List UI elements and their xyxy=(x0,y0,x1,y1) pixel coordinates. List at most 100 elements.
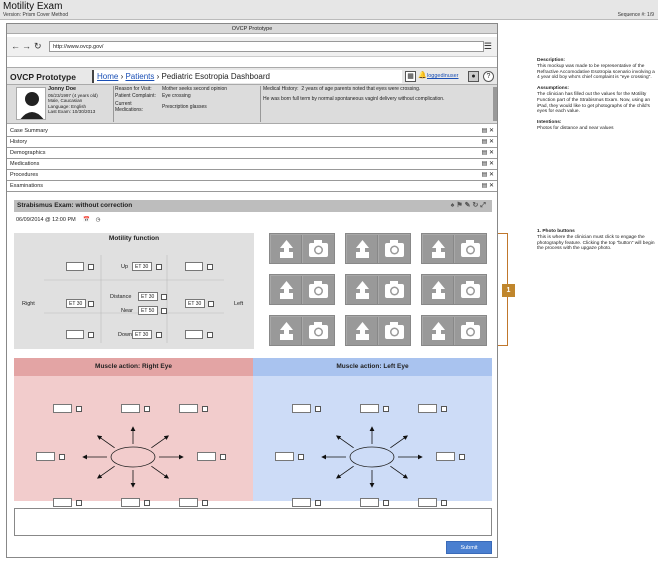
photo-button[interactable] xyxy=(269,315,335,346)
camera-icon[interactable] xyxy=(303,317,334,345)
photo-button[interactable] xyxy=(345,233,411,264)
motility-check-down-right[interactable] xyxy=(88,332,94,338)
muscle-action-input[interactable] xyxy=(121,404,140,413)
muscle-action-input[interactable] xyxy=(418,498,437,507)
accordion-icons[interactable]: ▤ ✕ xyxy=(482,181,494,192)
accordion-icons[interactable]: ▤ ✕ xyxy=(482,170,494,181)
muscle-action-check[interactable] xyxy=(459,454,465,460)
motility-input-near[interactable]: ET 50 xyxy=(138,306,158,315)
muscle-action-check[interactable] xyxy=(315,500,321,506)
motility-check-up[interactable] xyxy=(156,264,162,270)
muscle-action-input[interactable] xyxy=(292,404,311,413)
accordion-icons[interactable]: ▤ ✕ xyxy=(482,148,494,159)
upload-icon[interactable] xyxy=(347,276,378,304)
user-link[interactable]: loggedinuser xyxy=(427,73,459,79)
muscle-action-check[interactable] xyxy=(76,500,82,506)
upload-icon[interactable] xyxy=(271,317,302,345)
photo-button[interactable] xyxy=(269,233,335,264)
muscle-action-check[interactable] xyxy=(144,500,150,506)
upload-icon[interactable] xyxy=(423,235,454,263)
upload-icon[interactable] xyxy=(271,276,302,304)
accordion-row[interactable]: Procedures ▤ ✕ xyxy=(7,170,497,181)
motility-check-right[interactable] xyxy=(88,301,94,307)
motility-input-left[interactable]: ET 30 xyxy=(185,299,205,308)
muscle-action-check[interactable] xyxy=(144,406,150,412)
camera-icon[interactable] xyxy=(455,235,486,263)
motility-check-left[interactable] xyxy=(208,301,214,307)
muscle-action-check[interactable] xyxy=(298,454,304,460)
motility-input-right[interactable]: ET 30 xyxy=(66,299,86,308)
muscle-action-input[interactable] xyxy=(179,498,198,507)
reload-icon[interactable]: ↻ xyxy=(34,41,42,51)
accordion-icons[interactable]: ▤ ✕ xyxy=(482,137,494,148)
muscle-action-check[interactable] xyxy=(59,454,65,460)
clock-icon[interactable]: ◷ xyxy=(96,217,101,223)
upload-icon[interactable] xyxy=(347,317,378,345)
muscle-action-check[interactable] xyxy=(315,406,321,412)
accordion-row[interactable]: Examinations ▤ ✕ xyxy=(7,181,497,192)
comment-textarea[interactable] xyxy=(14,508,492,536)
motility-check-down[interactable] xyxy=(156,332,162,338)
motility-check-near[interactable] xyxy=(161,308,167,314)
muscle-action-check[interactable] xyxy=(383,406,389,412)
photo-button[interactable] xyxy=(421,315,487,346)
motility-input-down-left[interactable] xyxy=(185,330,203,339)
back-icon[interactable]: ← xyxy=(11,41,20,51)
muscle-action-input[interactable] xyxy=(179,404,198,413)
camera-icon[interactable] xyxy=(379,276,410,304)
muscle-action-check[interactable] xyxy=(441,500,447,506)
exam-toolbar-icons[interactable]: ♠⚑✎↻⤢ xyxy=(451,200,488,212)
avatar-icon[interactable]: ● xyxy=(468,71,479,82)
breadcrumb-patients[interactable]: Patients xyxy=(125,72,154,81)
camera-icon[interactable] xyxy=(303,235,334,263)
muscle-action-input[interactable] xyxy=(360,498,379,507)
muscle-action-input[interactable] xyxy=(121,498,140,507)
accordion-row[interactable]: Demographics ▤ ✕ xyxy=(7,148,497,159)
motility-check-up-right[interactable] xyxy=(88,264,94,270)
upload-icon[interactable] xyxy=(347,235,378,263)
breadcrumb-home[interactable]: Home xyxy=(97,72,118,81)
motility-input-up[interactable]: ET 30 xyxy=(132,262,152,271)
motility-input-up-left[interactable] xyxy=(185,262,203,271)
muscle-action-input[interactable] xyxy=(275,452,294,461)
camera-icon[interactable] xyxy=(379,235,410,263)
menu-icon[interactable]: ☰ xyxy=(484,41,492,51)
camera-icon[interactable] xyxy=(379,317,410,345)
camera-icon[interactable] xyxy=(455,276,486,304)
photo-button[interactable] xyxy=(421,274,487,305)
muscle-action-input[interactable] xyxy=(360,404,379,413)
muscle-action-input[interactable] xyxy=(36,452,55,461)
photo-button[interactable] xyxy=(345,315,411,346)
muscle-action-check[interactable] xyxy=(220,454,226,460)
muscle-action-check[interactable] xyxy=(441,406,447,412)
motility-check-distance[interactable] xyxy=(161,294,167,300)
muscle-action-input[interactable] xyxy=(53,404,72,413)
accordion-row[interactable]: Case Summary ▤ ✕ xyxy=(7,126,497,137)
url-input[interactable]: http://www.ovcp.gov/ xyxy=(49,41,484,52)
muscle-action-input[interactable] xyxy=(292,498,311,507)
grid-icon[interactable]: ▦ xyxy=(405,71,416,82)
accordion-icons[interactable]: ▤ ✕ xyxy=(482,126,494,137)
accordion-icons[interactable]: ▤ ✕ xyxy=(482,159,494,170)
motility-check-up-left[interactable] xyxy=(207,264,213,270)
calendar-icon[interactable]: 📅 xyxy=(83,217,90,223)
muscle-action-check[interactable] xyxy=(383,500,389,506)
motility-check-down-left[interactable] xyxy=(207,332,213,338)
camera-icon[interactable] xyxy=(303,276,334,304)
help-icon[interactable]: ? xyxy=(483,71,494,82)
camera-icon[interactable] xyxy=(455,317,486,345)
motility-input-distance[interactable]: ET 30 xyxy=(138,292,158,301)
muscle-action-input[interactable] xyxy=(197,452,216,461)
muscle-action-input[interactable] xyxy=(53,498,72,507)
upload-icon[interactable] xyxy=(423,276,454,304)
muscle-action-check[interactable] xyxy=(202,406,208,412)
accordion-row[interactable]: Medications ▤ ✕ xyxy=(7,159,497,170)
motility-input-down[interactable]: ET 30 xyxy=(132,330,152,339)
upload-icon[interactable] xyxy=(423,317,454,345)
motility-input-down-right[interactable] xyxy=(66,330,84,339)
motility-input-up-right[interactable] xyxy=(66,262,84,271)
muscle-action-check[interactable] xyxy=(202,500,208,506)
muscle-action-input[interactable] xyxy=(436,452,455,461)
muscle-action-check[interactable] xyxy=(76,406,82,412)
photo-button[interactable] xyxy=(421,233,487,264)
